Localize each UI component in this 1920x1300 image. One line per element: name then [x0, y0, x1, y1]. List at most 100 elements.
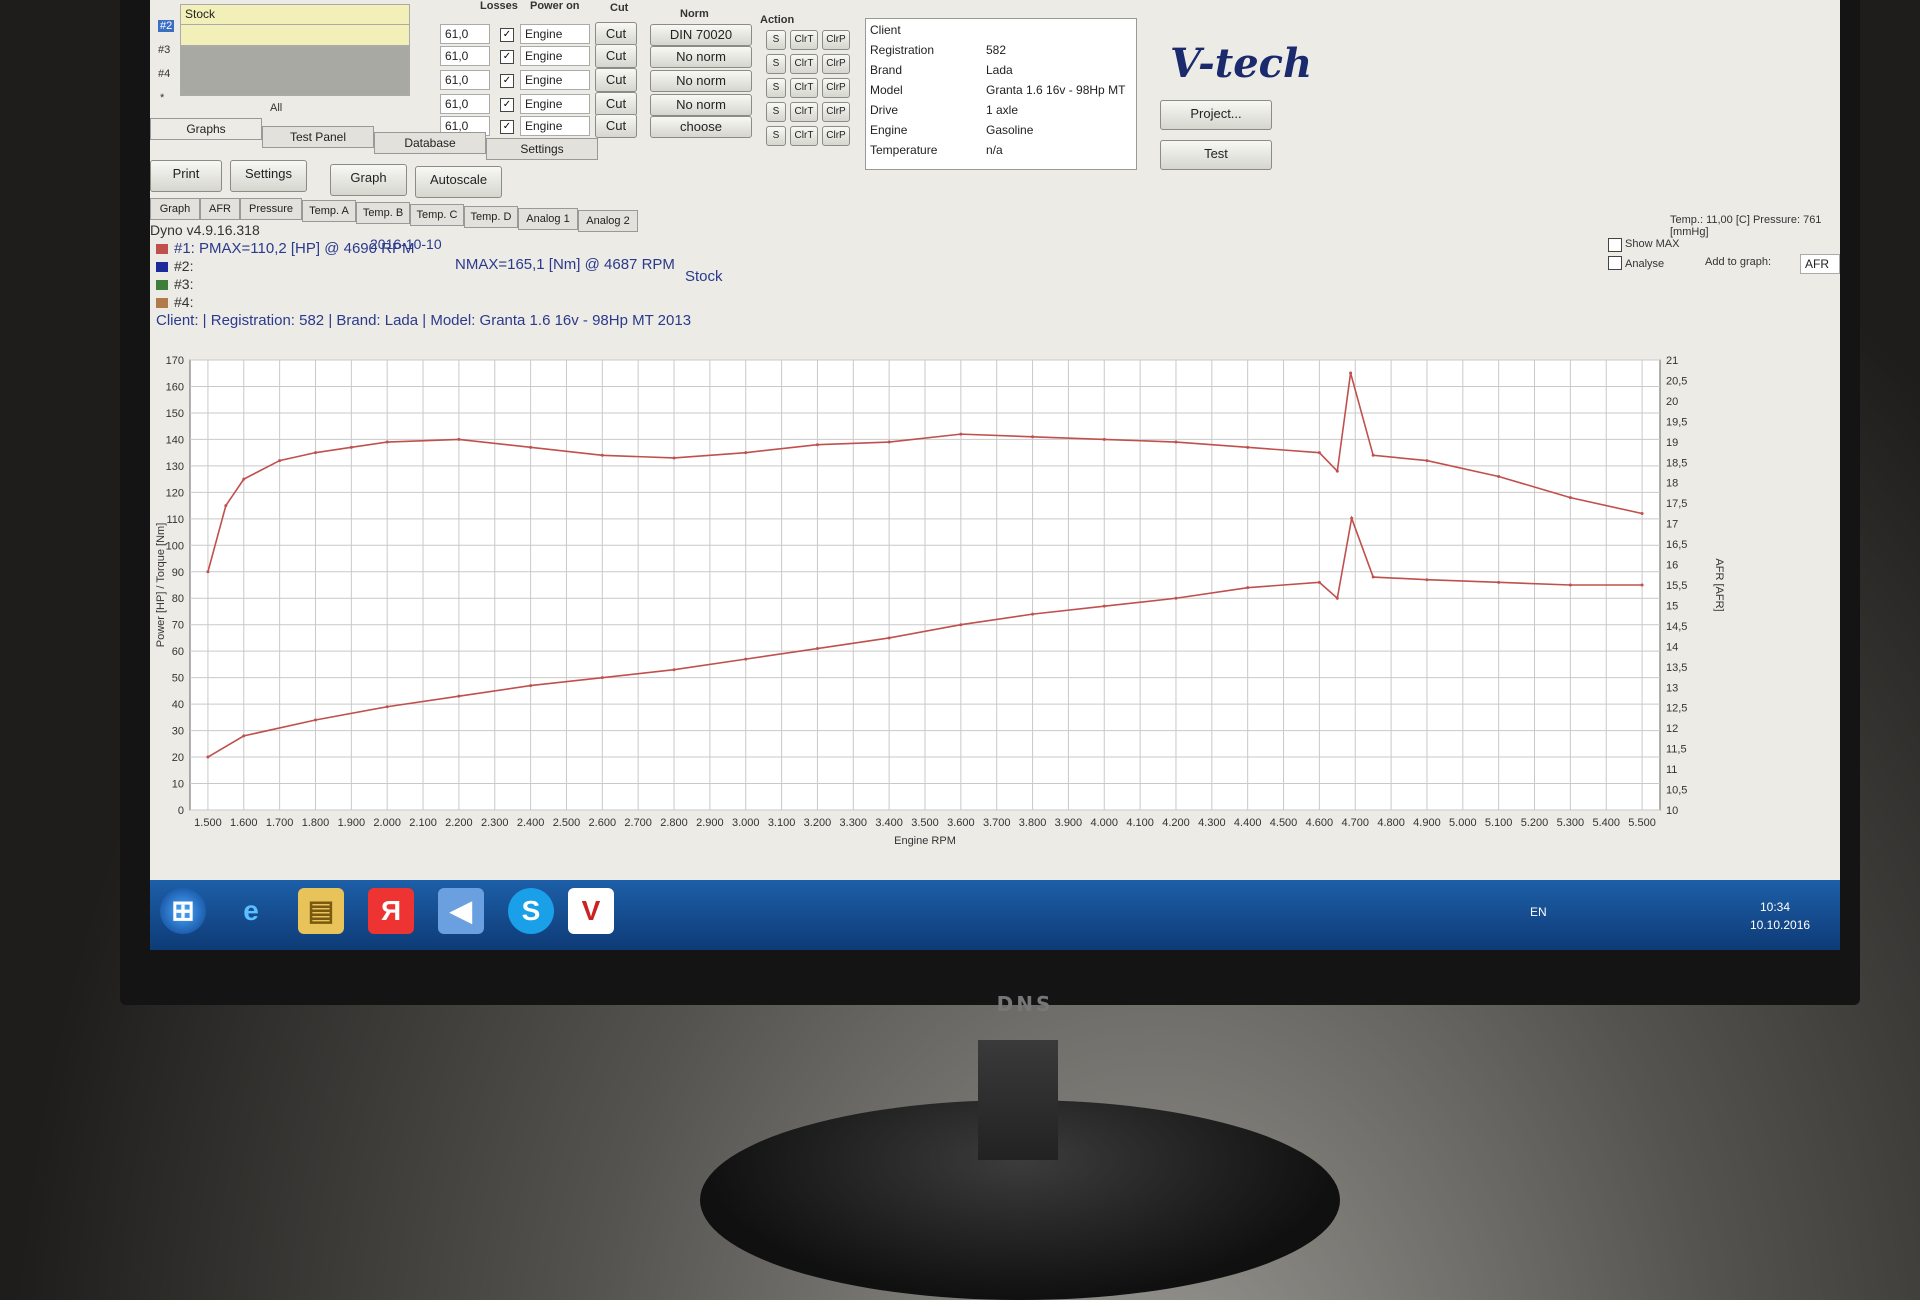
- subtab-analog-2[interactable]: Analog 2: [578, 210, 638, 232]
- loss-field[interactable]: 61,0: [440, 24, 490, 44]
- s-button[interactable]: S: [766, 30, 786, 50]
- power-on-select[interactable]: Engine: [520, 94, 590, 114]
- tray-language[interactable]: EN: [1530, 905, 1547, 919]
- legend-swatch-3: [156, 280, 168, 290]
- power-on-select[interactable]: Engine: [520, 70, 590, 90]
- clrp-button[interactable]: ClrP: [822, 126, 850, 146]
- print-button[interactable]: Print: [150, 160, 222, 192]
- subtab-graph[interactable]: Graph: [150, 198, 200, 220]
- data-point: [1246, 586, 1250, 590]
- clrp-button[interactable]: ClrP: [822, 54, 850, 74]
- clrt-button[interactable]: ClrT: [790, 78, 818, 98]
- clrt-button[interactable]: ClrT: [790, 30, 818, 50]
- enable-checkbox[interactable]: ✓: [500, 28, 514, 42]
- test-button[interactable]: Test: [1160, 140, 1272, 170]
- x-tick-label: 3.300: [840, 817, 868, 829]
- subtab-temp-a[interactable]: Temp. A: [302, 200, 356, 222]
- loss-field[interactable]: 61,0: [440, 46, 490, 66]
- vtech-app-icon[interactable]: V: [568, 888, 614, 934]
- data-point: [1371, 575, 1375, 579]
- autoscale-button[interactable]: Autoscale: [415, 166, 502, 198]
- data-point: [815, 647, 819, 651]
- norm-button[interactable]: DIN 70020: [650, 24, 752, 46]
- data-point: [206, 755, 210, 759]
- x-tick-label: 4.000: [1091, 817, 1119, 829]
- stock-name-field[interactable]: Stock: [180, 4, 410, 26]
- x-tick-label: 1.700: [266, 817, 294, 829]
- power-on-select[interactable]: Engine: [520, 116, 590, 136]
- norm-button[interactable]: No norm: [650, 46, 752, 68]
- info-label: Model: [870, 83, 903, 97]
- start-button[interactable]: ⊞: [160, 888, 206, 934]
- subtab-temp-d[interactable]: Temp. D: [464, 206, 518, 228]
- norm-button[interactable]: No norm: [650, 70, 752, 92]
- enable-checkbox[interactable]: ✓: [500, 120, 514, 134]
- enable-checkbox[interactable]: ✓: [500, 98, 514, 112]
- enable-checkbox[interactable]: ✓: [500, 74, 514, 88]
- y-tick-label: 50: [172, 673, 184, 685]
- row-name-field[interactable]: [180, 24, 410, 46]
- loss-field[interactable]: 61,0: [440, 70, 490, 90]
- version-label: Dyno v4.9.16.318: [150, 222, 260, 238]
- add-to-graph-select[interactable]: AFR: [1800, 254, 1840, 274]
- info-label: Temperature: [870, 143, 938, 157]
- folder-icon[interactable]: ▤: [298, 888, 344, 934]
- graph-button[interactable]: Graph: [330, 164, 407, 196]
- y2-tick-label: 17,5: [1666, 498, 1687, 510]
- clrt-button[interactable]: ClrT: [790, 126, 818, 146]
- subtab-analog-1[interactable]: Analog 1: [518, 208, 578, 230]
- clrp-button[interactable]: ClrP: [822, 78, 850, 98]
- data-point: [815, 443, 819, 447]
- settings-button[interactable]: Settings: [230, 160, 307, 192]
- cut-button[interactable]: Cut: [595, 92, 637, 116]
- tab-database[interactable]: Database: [374, 132, 486, 154]
- power-on-select[interactable]: Engine: [520, 24, 590, 44]
- norm-button[interactable]: No norm: [650, 94, 752, 116]
- tray-clock-time: 10:34: [1760, 900, 1791, 914]
- subtab-afr[interactable]: AFR: [200, 198, 240, 220]
- tab-graphs[interactable]: Graphs: [150, 118, 262, 140]
- norm-header: Norm: [680, 8, 709, 20]
- x-tick-label: 3.100: [768, 817, 796, 829]
- skype-icon[interactable]: S: [508, 888, 554, 934]
- loss-field[interactable]: 61,0: [440, 94, 490, 114]
- clrp-button[interactable]: ClrP: [822, 102, 850, 122]
- data-point: [1174, 440, 1178, 444]
- norm-button[interactable]: choose: [650, 116, 752, 138]
- row-name-field[interactable]: [180, 46, 410, 96]
- legend-swatch-2: [156, 262, 168, 272]
- data-point: [887, 636, 891, 640]
- x-tick-label: 3.400: [875, 817, 903, 829]
- s-button[interactable]: S: [766, 102, 786, 122]
- project-button[interactable]: Project...: [1160, 100, 1272, 130]
- y-tick-label: 170: [166, 355, 184, 367]
- tab-test-panel[interactable]: Test Panel: [262, 126, 374, 148]
- power-on-header: Power on: [530, 0, 580, 12]
- subtab-temp-b[interactable]: Temp. B: [356, 202, 410, 224]
- media-player-icon[interactable]: ◀: [438, 888, 484, 934]
- subtab-pressure[interactable]: Pressure: [240, 198, 302, 220]
- clrt-button[interactable]: ClrT: [790, 102, 818, 122]
- show-max-checkbox[interactable]: [1608, 238, 1622, 252]
- subtab-temp-c[interactable]: Temp. C: [410, 204, 464, 226]
- cut-button[interactable]: Cut: [595, 22, 637, 46]
- cut-button[interactable]: Cut: [595, 68, 637, 92]
- dyno-chart[interactable]: 1.500 1.600 1.700 1.800 1.900 2.000 2.100 2.200…: [150, 340, 1840, 880]
- clrt-button[interactable]: ClrT: [790, 54, 818, 74]
- enable-checkbox[interactable]: ✓: [500, 50, 514, 64]
- yandex-icon[interactable]: Я: [368, 888, 414, 934]
- s-button[interactable]: S: [766, 78, 786, 98]
- ie-icon[interactable]: e: [228, 888, 274, 934]
- analyse-checkbox[interactable]: [1608, 256, 1622, 270]
- cut-button[interactable]: Cut: [595, 114, 637, 138]
- info-value: Lada: [986, 63, 1013, 77]
- cut-button[interactable]: Cut: [595, 44, 637, 68]
- power-on-select[interactable]: Engine: [520, 46, 590, 66]
- tab-settings[interactable]: Settings: [486, 138, 598, 160]
- x-tick-label: 4.700: [1341, 817, 1369, 829]
- data-point: [1568, 496, 1572, 500]
- s-button[interactable]: S: [766, 54, 786, 74]
- clrp-button[interactable]: ClrP: [822, 30, 850, 50]
- data-point: [385, 440, 389, 444]
- s-button[interactable]: S: [766, 126, 786, 146]
